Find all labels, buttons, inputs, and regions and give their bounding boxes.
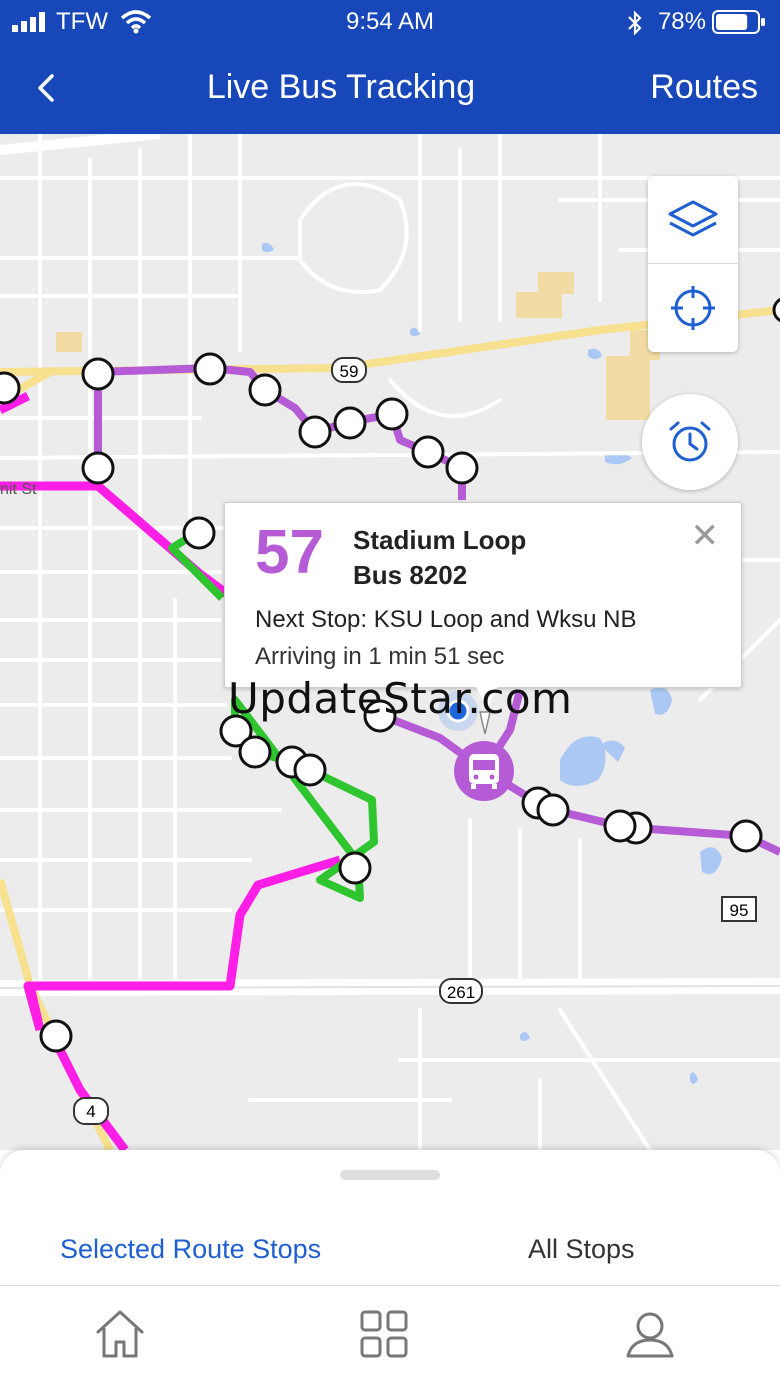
locate-button[interactable]: [648, 264, 738, 352]
watermark: UpdateStar.com: [228, 674, 573, 723]
stop-marker: [338, 851, 372, 885]
tab-selected-route-stops[interactable]: Selected Route Stops: [60, 1234, 321, 1265]
layers-button[interactable]: [648, 176, 738, 264]
tab-bar: [0, 1285, 780, 1387]
stop-marker: [298, 415, 332, 449]
close-icon[interactable]: ✕: [691, 519, 720, 553]
bus-id: Bus 8202: [353, 560, 468, 590]
home-icon[interactable]: [92, 1306, 148, 1362]
nav-bar: Live Bus Tracking Routes: [0, 44, 780, 134]
svg-text:4: 4: [86, 1102, 95, 1121]
page-title: Live Bus Tracking: [206, 68, 476, 106]
road-shield-59: 59: [331, 357, 367, 383]
drag-handle[interactable]: [340, 1170, 440, 1180]
arrival-time: Arriving in 1 min 51 sec: [255, 643, 505, 670]
stop-marker: [193, 352, 227, 386]
bluetooth-icon: [628, 10, 642, 36]
stop-marker: [182, 516, 216, 550]
stop-marker: [375, 397, 409, 431]
stop-marker: [81, 451, 115, 485]
svg-text:261: 261: [447, 983, 475, 1002]
road-shield-4: 4: [73, 1097, 109, 1125]
stop-marker: [238, 735, 272, 769]
alarm-button[interactable]: [642, 394, 738, 490]
alarm-clock-icon: [669, 421, 711, 462]
routes-button[interactable]: Routes: [650, 68, 758, 107]
stop-marker: [772, 297, 780, 323]
stop-marker: [411, 435, 445, 469]
grid-icon[interactable]: [356, 1306, 412, 1362]
stop-marker: [293, 753, 327, 787]
tab-all-stops[interactable]: All Stops: [528, 1234, 635, 1265]
route-number: 57: [255, 518, 324, 587]
stop-marker: [445, 451, 479, 485]
stop-marker: [0, 371, 21, 405]
layers-icon: [668, 200, 718, 236]
stop-marker: [333, 406, 367, 440]
bottom-sheet[interactable]: Selected Route Stops All Stops: [0, 1150, 780, 1285]
route-name: Stadium Loop: [353, 525, 527, 555]
stop-marker: [81, 357, 115, 391]
stop-marker: [729, 819, 763, 853]
stop-marker: [248, 373, 282, 407]
locate-icon: [671, 286, 715, 330]
next-stop: Next Stop: KSU Loop and Wksu NB: [255, 606, 637, 633]
stop-marker: [39, 1019, 73, 1053]
battery-percent: 78%: [657, 8, 706, 35]
street-label: nit St: [0, 481, 37, 498]
stop-marker: [536, 793, 570, 827]
stop-marker: [603, 809, 637, 843]
profile-icon[interactable]: [622, 1306, 678, 1362]
svg-text:59: 59: [340, 362, 359, 381]
battery-icon: [712, 10, 765, 34]
status-bar: TFW 9:54 AM 78%: [0, 0, 780, 44]
svg-text:95: 95: [730, 901, 749, 920]
road-shield-95: 95: [721, 896, 757, 922]
bus-info-popup[interactable]: 57 Stadium Loop Bus 8202 ✕ Next Stop: KS…: [224, 502, 742, 688]
map-controls: [648, 176, 738, 352]
road-shield-261: 261: [439, 978, 483, 1004]
